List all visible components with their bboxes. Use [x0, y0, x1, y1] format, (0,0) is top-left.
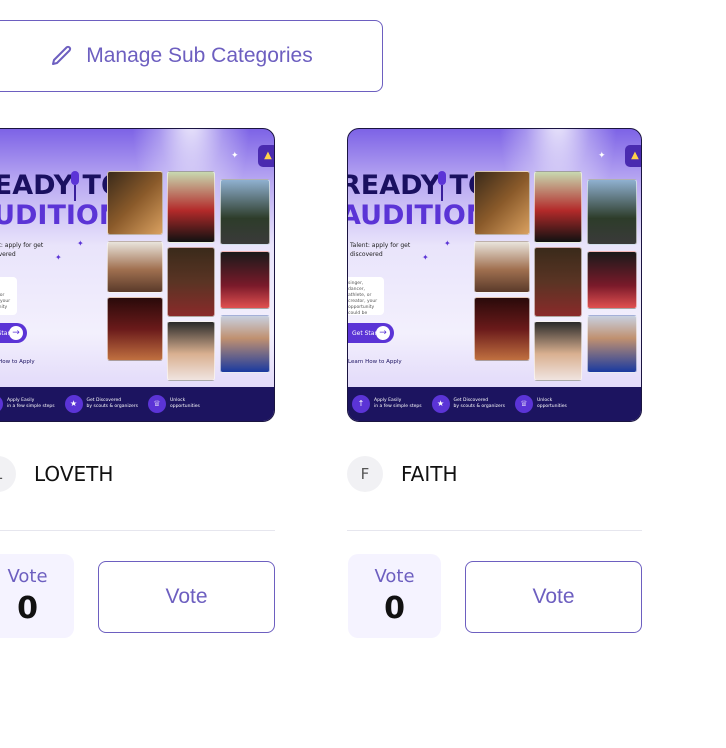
vote-count: Vote 0	[0, 554, 74, 638]
vote-button[interactable]: Vote	[465, 561, 642, 633]
photo-dancer	[107, 297, 163, 361]
vote-count-label: Vote	[374, 566, 415, 587]
contestant-name: LOVETH	[34, 462, 114, 486]
photo-woman	[534, 321, 582, 381]
contestant-card: READY TO AUDITION? Talent: apply for get…	[0, 128, 275, 638]
banner-footer-item: ★ Get Discovered by scouts & organizers	[431, 395, 505, 413]
photo-woman	[107, 241, 163, 293]
vote-count-value: 0	[17, 591, 38, 626]
banner-footer: ↑Apply Easilyin a few simple steps ★Get D…	[348, 387, 641, 421]
banner-footer-item: ↑Apply Easilyin a few simple steps	[0, 395, 55, 413]
contestant-info: L LOVETH	[0, 456, 113, 492]
star-icon: ★	[431, 395, 450, 413]
star-icon: ★	[64, 395, 83, 413]
photo-dancer	[474, 297, 530, 361]
contestant-name: FAITH	[401, 462, 458, 486]
sparkle-icon: ✦	[77, 239, 84, 248]
photo-athlete	[167, 171, 215, 243]
audition-banner-image[interactable]: READY TO AUDITION? Talent: apply for get…	[0, 128, 275, 422]
avatar: F	[347, 456, 383, 492]
arrow-right-icon: →	[9, 326, 23, 340]
banner-footer-item: ↑Apply Easilyin a few simple steps	[352, 395, 422, 413]
sparkle-icon: ✦	[598, 151, 606, 161]
arrow-right-icon: →	[376, 326, 390, 340]
sparkle-icon: ✦	[422, 253, 429, 262]
vote-button[interactable]: Vote	[98, 561, 275, 633]
photo-athlete	[587, 315, 637, 373]
vote-count-label: Vote	[7, 566, 48, 587]
contestant-info: F FAITH	[347, 456, 458, 492]
upload-icon: ↑	[352, 395, 370, 413]
vote-count-value: 0	[384, 591, 405, 626]
avatar-initial: L	[0, 465, 2, 483]
banner-footer-item: ♕ Unlock opportunities	[147, 395, 200, 413]
avatar: L	[0, 456, 16, 492]
photo-woman	[534, 247, 582, 317]
upload-icon: ↑	[0, 395, 3, 413]
photo-athlete	[220, 179, 270, 245]
microphone-icon	[71, 171, 79, 201]
photo-athlete	[220, 315, 270, 373]
audition-banner-image[interactable]: READY TO AUDITION? Talent: apply for get…	[347, 128, 642, 422]
thumbs-icon: ▲	[625, 145, 641, 167]
banner-footer-item: ★ Get Discovered by scouts & organizers	[64, 395, 138, 413]
divider	[0, 530, 275, 531]
banner-footer: ↑Apply Easilyin a few simple steps ★Get D…	[0, 387, 274, 421]
banner-footer-item: ♕ Unlock opportunities	[514, 395, 567, 413]
vote-count: Vote 0	[348, 554, 441, 638]
trophy-icon: ♕	[514, 395, 533, 413]
photo-singer	[220, 251, 270, 309]
photo-athlete	[534, 171, 582, 243]
photo-woman	[474, 241, 530, 293]
manage-sub-categories-label: Manage Sub Categories	[86, 44, 313, 67]
photo-singer	[587, 251, 637, 309]
pencil-icon	[52, 45, 72, 65]
divider	[347, 530, 642, 531]
banner-cta: Get Started →	[348, 323, 394, 343]
photo-woman	[167, 247, 215, 317]
trophy-icon: ♕	[147, 395, 166, 413]
photo-woman	[167, 321, 215, 381]
banner-cta: Get Started →	[0, 323, 27, 343]
photo-performer	[474, 171, 530, 235]
manage-sub-categories-button[interactable]: Manage Sub Categories	[0, 20, 383, 92]
sparkle-icon: ✦	[231, 151, 239, 161]
contestant-card: READY TO AUDITION? Talent: apply for get…	[347, 128, 642, 638]
sparkle-icon: ✦	[444, 239, 451, 248]
sparkle-icon: ✦	[55, 253, 62, 262]
thumbs-icon: ▲	[258, 145, 274, 167]
photo-performer	[107, 171, 163, 235]
photo-athlete	[587, 179, 637, 245]
avatar-initial: F	[360, 465, 370, 483]
microphone-icon	[438, 171, 446, 201]
